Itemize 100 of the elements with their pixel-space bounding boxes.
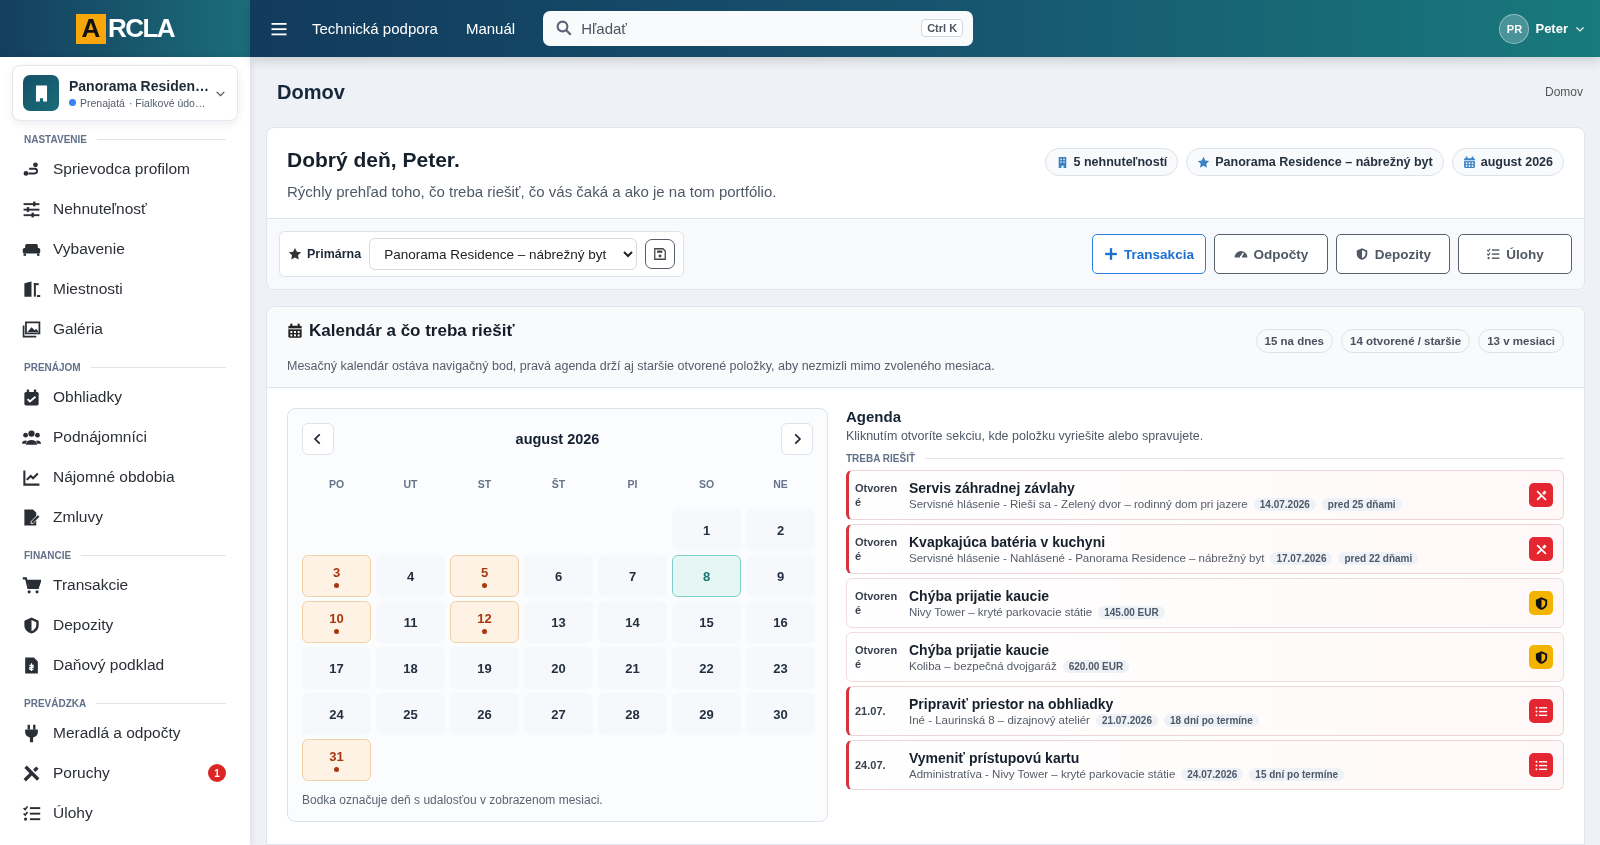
sidebar-item[interactable]: Miestnosti	[12, 269, 238, 309]
day-cell[interactable]: 11	[376, 601, 445, 643]
day-cell[interactable]: 17	[302, 647, 371, 689]
shortcut-hint: Ctrl K	[921, 19, 964, 37]
day-cell[interactable]: 1	[672, 509, 741, 551]
sidebar-item[interactable]: Galéria	[12, 309, 238, 349]
sidebar-item[interactable]: Depozity	[12, 605, 238, 645]
property-switcher[interactable]: Panorama Residen… Prenajatá · Fialkové údo…	[12, 65, 238, 121]
day-cell[interactable]: 23	[746, 647, 815, 689]
greeting-subtitle: Rýchly prehľad toho, čo treba riešiť, čo vás čaká a ako je na tom portfólio.	[287, 183, 777, 200]
item-meta: Nivy Tower – kryté parkovacie státie	[909, 606, 1093, 618]
event-dot	[334, 582, 339, 588]
item-status: Otvorené	[855, 480, 899, 510]
sidebar-item[interactable]: Meradlá a odpočty	[12, 713, 238, 753]
user-menu[interactable]: PR Peter	[1499, 13, 1586, 44]
section-heading: NASTAVENIE	[24, 134, 87, 145]
day-cell[interactable]: 10	[302, 601, 371, 643]
agenda-title: Agenda	[846, 408, 902, 425]
count-badge: 1	[208, 764, 226, 782]
sidebar-item[interactable]: Úlohy	[12, 793, 238, 833]
agenda-item[interactable]: Otvorené Chýba prijatie kaucie Koliba – bezpečná dvojgaráž 620.00 EUR	[846, 632, 1564, 682]
day-cell[interactable]: 9	[746, 555, 815, 597]
day-cell[interactable]: 20	[524, 647, 593, 689]
star-icon	[1197, 155, 1211, 169]
previous-month-button[interactable]	[302, 423, 334, 455]
item-tag: 24.07.2026	[1181, 767, 1244, 781]
item-status: 21.07.	[855, 703, 887, 719]
tools-icon	[22, 763, 41, 783]
day-cell[interactable]: 28	[598, 693, 667, 735]
calendar-icon	[1462, 155, 1476, 169]
day-cell[interactable]: 31	[302, 739, 371, 781]
primary-label: Primárna	[288, 247, 362, 261]
item-tag: 620.00 EUR	[1062, 659, 1130, 673]
day-cell[interactable]: 21	[598, 647, 667, 689]
property-select[interactable]: Panorama Residence – nábrežný byt	[369, 238, 638, 270]
sidebar-item[interactable]: Poruchy 1	[12, 753, 238, 793]
day-cell[interactable]: 27	[524, 693, 593, 735]
nav-link[interactable]: Technická podpora	[312, 20, 438, 37]
action-button[interactable]: Depozity	[1336, 234, 1450, 274]
sidebar-item[interactable]: Sprievodca profilom	[12, 149, 238, 189]
day-cell[interactable]: 15	[672, 601, 741, 643]
action-button[interactable]: Transakcia	[1092, 234, 1206, 274]
agenda-item[interactable]: Otvorené Servis záhradnej závlahy Servisné hlásenie - Rieši sa - Zelený dvor – rodinný dom pri jazere 14.07.2026 pred 25 dňami	[846, 470, 1564, 520]
event-dot	[334, 628, 339, 634]
item-tag: pred 25 dňami	[1321, 497, 1402, 511]
day-cell[interactable]: 5	[450, 555, 519, 597]
day-cell[interactable]: 2	[746, 509, 815, 551]
sidebar-item[interactable]: Transakcie	[12, 565, 238, 605]
item-title: Vymeniť prístupovú kartu	[909, 749, 1081, 766]
agenda-item[interactable]: 21.07. Pripraviť priestor na obhliadky Iné - Laurinská 8 – dizajnový ateliér 21.07.2026 18 dní po termíne	[846, 686, 1564, 736]
day-cell[interactable]: 30	[746, 693, 815, 735]
day-cell[interactable]: 18	[376, 647, 445, 689]
star-icon	[288, 247, 302, 261]
action-button[interactable]: Úlohy	[1458, 234, 1572, 274]
day-cell[interactable]: 26	[450, 693, 519, 735]
avatar: PR	[1499, 13, 1530, 44]
sidebar-item[interactable]: Nehnuteľnosť	[12, 189, 238, 229]
item-title: Pripraviť priestor na obhliadky	[909, 695, 1115, 712]
save-button[interactable]	[645, 239, 676, 269]
nav-link[interactable]: Manuál	[465, 20, 516, 37]
agenda-item[interactable]: Otvorené Chýba prijatie kaucie Nivy Tower – kryté parkovacie státie 145.00 EUR	[846, 578, 1564, 628]
day-cell[interactable]: 16	[746, 601, 815, 643]
next-month-button[interactable]	[781, 423, 813, 455]
event-dot	[482, 582, 487, 588]
sidebar-item[interactable]: Zmluvy	[12, 497, 238, 537]
section-title: Kalendár a čo treba riešiť	[287, 321, 515, 341]
sidebar-item[interactable]: Nájomné obdobia	[12, 457, 238, 497]
item-meta: Koliba – bezpečná dvojgaráž	[909, 660, 1057, 672]
shield-badge-icon	[1529, 591, 1553, 615]
info-chip: 5 nehnuteľností	[1044, 148, 1179, 176]
agenda-item[interactable]: Otvorené Kvapkajúca batéria v kuchyni Servisné hlásenie - Nahlásené - Panorama Residence – nábrežný byt 17.07.2026 pred 22 dňami	[846, 524, 1564, 574]
day-cell[interactable]: 3	[302, 555, 371, 597]
action-button[interactable]: Odpočty	[1214, 234, 1328, 274]
day-cell[interactable]: 24	[302, 693, 371, 735]
item-tag: 145.00 EUR	[1098, 605, 1165, 619]
day-cell[interactable]: 14	[598, 601, 667, 643]
day-cell[interactable]: 6	[524, 555, 593, 597]
calendar-note: Bodka označuje deň s udalosťou v zobrazenom mesiaci.	[302, 793, 604, 807]
sidebar-item[interactable]: Podnájomníci	[12, 417, 238, 457]
day-cell[interactable]: 25	[376, 693, 445, 735]
item-tag: 17.07.2026	[1270, 551, 1333, 565]
day-cell[interactable]: 29	[672, 693, 741, 735]
sidebar-item[interactable]: Daňový podklad	[12, 645, 238, 685]
day-cell[interactable]: 8	[672, 555, 741, 597]
people-icon	[22, 427, 41, 447]
day-cell[interactable]: 22	[672, 647, 741, 689]
sidebar-item[interactable]: Obhliadky	[12, 377, 238, 417]
item-meta: Iné - Laurinská 8 – dizajnový ateliér	[909, 714, 1090, 726]
sidebar-item[interactable]: Vybavenie	[12, 229, 238, 269]
day-cell[interactable]: 4	[376, 555, 445, 597]
day-cell[interactable]: 7	[598, 555, 667, 597]
agenda-item[interactable]: 24.07. Vymeniť prístupovú kartu Administratíva - Nivy Tower – kryté parkovacie státie 24.07.2026 15 dní po termíne	[846, 740, 1564, 790]
breadcrumb[interactable]: Domov	[1545, 85, 1583, 99]
day-cell[interactable]: 19	[450, 647, 519, 689]
shield-icon	[1354, 247, 1369, 261]
day-cell[interactable]: 13	[524, 601, 593, 643]
day-cell[interactable]: 12	[450, 601, 519, 643]
count-chip: 14 otvorené / staršie	[1341, 329, 1471, 353]
crossed-tools-badge-icon	[1529, 537, 1553, 561]
invoice-icon	[22, 655, 41, 675]
